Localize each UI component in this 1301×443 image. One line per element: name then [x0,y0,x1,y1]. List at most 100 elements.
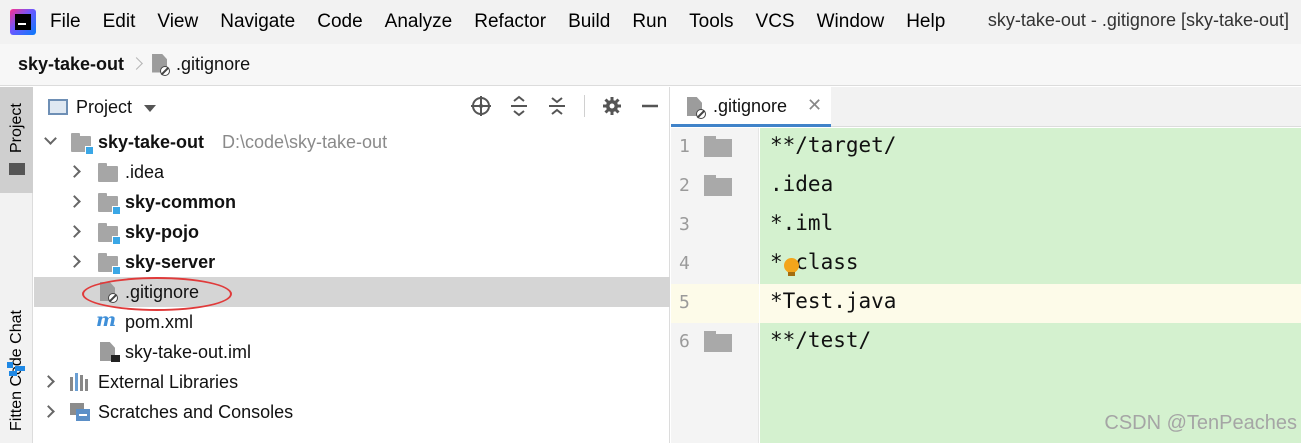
editor-gutter: 1 2 3 4 5 6 [671,128,759,443]
code-area[interactable]: **/target/ .idea *.iml *.class *Test.jav… [760,128,1301,443]
menu-analyze[interactable]: Analyze [385,11,453,33]
project-panel-toolbar [454,95,661,117]
gear-icon[interactable] [601,95,623,117]
gutter-line: 2 [671,167,759,206]
tree-item-label: sky-server [125,252,216,272]
menu-file[interactable]: File [50,11,81,33]
menu-vcs[interactable]: VCS [756,11,795,33]
line-number: 1 [679,136,690,157]
code-text: **/test/ [770,328,872,352]
code-line[interactable]: .idea [760,167,1301,206]
code-line[interactable]: **/target/ [760,128,1301,167]
menu-run[interactable]: Run [632,11,667,33]
tab-label: .gitignore [713,96,788,116]
tree-item-label: Scratches and Consoles [98,402,294,422]
project-tool-label: Project [8,103,25,153]
locate-file-icon[interactable] [470,95,492,117]
project-tool-button[interactable]: Project [0,87,33,193]
folder-icon [9,163,25,175]
code-line[interactable]: **/test/ [760,323,1301,362]
code-line[interactable]: *.class [760,245,1301,284]
menu-bar: File Edit View Navigate Code Analyze Ref… [0,0,1301,44]
chevron-right-icon[interactable] [68,165,81,178]
breadcrumb-file[interactable]: .gitignore [176,54,250,75]
breadcrumb-project[interactable]: sky-take-out [18,54,124,75]
chevron-right-icon[interactable] [68,225,81,238]
folder-icon [704,331,732,352]
intellij-logo-icon [10,9,36,35]
module-folder-icon [98,193,121,215]
menu-navigate[interactable]: Navigate [220,11,295,33]
line-number: 4 [679,253,690,274]
tree-item-pom-xml[interactable]: m pom.xml [34,307,670,337]
module-folder-icon [98,253,121,275]
window-title: sky-take-out - .gitignore [sky-take-out] [987,10,1289,30]
tree-item-sky-pojo[interactable]: sky-pojo [34,217,670,247]
red-circle-annotation [82,277,232,311]
menu-edit[interactable]: Edit [103,11,136,33]
lightbulb-icon[interactable] [784,258,799,276]
menu-tools[interactable]: Tools [689,11,733,33]
breadcrumb: sky-take-out .gitignore [0,44,1301,86]
tree-item-label: External Libraries [98,372,239,392]
close-icon[interactable]: ✕ [807,95,822,116]
gutter-line-current: 5 [671,284,759,323]
project-view-selector[interactable]: Project [76,97,132,118]
chevron-right-icon[interactable] [42,405,55,418]
line-number: 5 [679,292,690,313]
code-text: .idea [770,172,834,196]
tree-item-sky-server[interactable]: sky-server [34,247,670,277]
tree-item-idea[interactable]: .idea [34,157,670,187]
tab-gitignore[interactable]: .gitignore ✕ [671,87,831,127]
chevron-down-icon[interactable] [44,132,57,145]
menu-build[interactable]: Build [568,11,610,33]
project-panel: Project sky-take-out D:\code\sky-take-ou… [34,87,670,443]
chevron-down-icon[interactable] [144,104,157,112]
project-tree: sky-take-out D:\code\sky-take-out .idea … [34,127,670,427]
menu-help[interactable]: Help [906,11,945,33]
folder-icon [704,136,732,157]
menu-code[interactable]: Code [317,11,362,33]
ignored-badge-icon [696,109,706,119]
gutter-line: 1 [671,128,759,167]
expand-all-icon[interactable] [508,95,530,117]
project-path: D:\code\sky-take-out [222,132,388,152]
gutter-line: 6 [671,323,759,362]
tree-item-scratches[interactable]: Scratches and Consoles [34,397,670,427]
tree-item-label: pom.xml [125,312,194,332]
code-text: *.class [770,250,859,274]
tree-item-sky-take-out[interactable]: sky-take-out D:\code\sky-take-out [34,127,670,157]
gutter-line: 3 [671,206,759,245]
tree-item-label: sky-take-out [98,132,205,152]
tree-item-label: sky-common [125,192,237,212]
code-line-current[interactable]: *Test.java [760,284,1301,323]
menu-view[interactable]: View [157,11,198,33]
hide-panel-icon[interactable] [639,95,661,117]
menu-window[interactable]: Window [817,11,885,33]
code-line[interactable]: *.iml [760,206,1301,245]
line-number: 6 [679,331,690,352]
toolbar-divider [584,95,585,117]
tree-item-external-libraries[interactable]: External Libraries [34,367,670,397]
gutter-line: 4 [671,245,759,284]
chevron-right-icon[interactable] [68,255,81,268]
tree-item-sky-common[interactable]: sky-common [34,187,670,217]
chevron-right-icon[interactable] [42,375,55,388]
tool-window-strip: Project Fitten Code Chat [0,87,33,443]
gitignore-file-icon [152,53,171,76]
folder-icon [704,175,732,196]
editor-tab-bar: .gitignore ✕ [671,87,1301,127]
project-view-icon [48,99,68,115]
folder-icon [98,163,118,182]
maven-icon: m [96,309,117,331]
code-text: *.iml [770,211,834,235]
library-icon [70,373,90,391]
tree-item-label: sky-take-out.iml [125,342,252,362]
collapse-all-icon[interactable] [546,95,568,117]
fitten-logo-icon [7,362,27,376]
menu-refactor[interactable]: Refactor [474,11,546,33]
tree-item-label: .idea [125,162,165,182]
tree-item-iml[interactable]: sky-take-out.iml [34,337,670,367]
code-text: **/target/ [770,133,897,157]
chevron-right-icon[interactable] [68,195,81,208]
